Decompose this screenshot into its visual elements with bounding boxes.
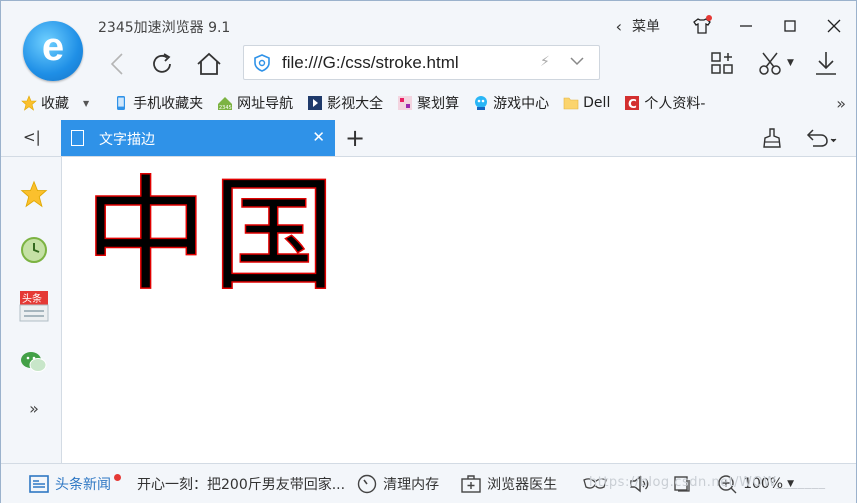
bookmark-favorites[interactable]: 收藏 ▼ — [21, 93, 89, 113]
browser-logo-icon: e — [23, 21, 83, 81]
home-icon — [197, 52, 221, 75]
minimize-icon — [740, 25, 752, 27]
news-square-icon — [29, 474, 49, 493]
news-icon: 头条 — [19, 291, 49, 322]
close-icon — [827, 19, 841, 33]
2345-logo-icon: 2345 — [218, 97, 233, 111]
undo-close-tab-icon[interactable] — [803, 127, 837, 153]
menu-chevron-icon[interactable]: ‹ — [616, 17, 622, 36]
bookmark-games[interactable]: 游戏中心 — [473, 93, 549, 113]
sidebar-item-wechat[interactable] — [19, 347, 49, 377]
back-button[interactable] — [102, 49, 132, 79]
url-input[interactable] — [280, 51, 534, 75]
maximize-icon — [784, 20, 796, 32]
window-icon — [674, 475, 690, 492]
page-content: 中国 — [62, 157, 856, 463]
minimize-button[interactable] — [724, 9, 768, 43]
svg-text:2345: 2345 — [219, 105, 232, 111]
browser-window: e 2345加速浏览器 9.1 ‹ 菜单 ⚡ — [0, 0, 857, 503]
speaker-icon — [630, 475, 649, 492]
download-button[interactable] — [811, 47, 841, 79]
lightning-icon[interactable]: ⚡ — [540, 54, 550, 70]
news-dot — [114, 474, 121, 481]
juhuasuan-icon — [398, 96, 413, 110]
close-tab-icon[interactable]: ✕ — [312, 128, 325, 146]
stroked-text: 中国 — [83, 163, 341, 309]
gauge-icon — [357, 474, 377, 494]
bookmark-profile[interactable]: C 个人资料- — [624, 93, 705, 113]
sidebar-item-favorites[interactable] — [19, 179, 49, 209]
tab-active[interactable]: 文字描边 ✕ — [61, 120, 335, 156]
news-button[interactable]: 头条新闻 — [29, 474, 121, 494]
notification-dot — [706, 15, 712, 21]
sidebar-item-news[interactable]: 头条 — [19, 291, 49, 322]
bookmark-mobile[interactable]: 手机收藏夹 — [113, 93, 203, 113]
collapse-sidebar-icon[interactable]: <| — [23, 128, 41, 146]
bookmark-juhuasuan[interactable]: 聚划算 — [397, 93, 459, 113]
svg-text:C: C — [628, 97, 637, 111]
star-icon — [21, 95, 37, 111]
window-controls: ‹ 菜单 — [616, 9, 856, 43]
tab-label: 文字描边 — [99, 132, 155, 148]
sidebar-item-history[interactable] — [19, 235, 49, 265]
maximize-button[interactable] — [768, 9, 812, 43]
zoom-in-icon — [717, 474, 737, 494]
window-mode-button[interactable] — [673, 475, 691, 493]
c-icon: C — [625, 96, 640, 111]
privacy-mask-button[interactable] — [583, 477, 607, 491]
medical-kit-icon — [461, 474, 481, 493]
close-window-button[interactable] — [812, 9, 856, 43]
document-icon — [71, 130, 84, 146]
shield-icon — [254, 54, 270, 72]
svg-text:头条: 头条 — [22, 292, 42, 305]
broom-icon[interactable] — [761, 127, 783, 153]
sound-button[interactable] — [629, 474, 651, 494]
browser-doctor-button[interactable]: 浏览器医生 — [461, 474, 557, 494]
back-arrow-icon — [110, 53, 123, 75]
bookmarks-bar: 收藏 ▼ 手机收藏夹 2345 网址导航 影视大全 聚划算 游戏中心 Dell … — [1, 89, 856, 117]
home-button[interactable] — [194, 49, 224, 79]
status-bar: 头条新闻 开心一刻：把200斤男友带回家... 清理内存 浏览器医生 100% … — [1, 463, 856, 503]
bookmark-video[interactable]: 影视大全 — [307, 93, 383, 113]
screenshot-button[interactable]: ▼ — [753, 47, 799, 79]
sidebar-more-icon[interactable]: » — [19, 393, 49, 423]
bookmark-dell[interactable]: Dell — [563, 95, 610, 111]
headline-link[interactable]: 开心一刻：把200斤男友带回家... — [137, 474, 345, 494]
clock-icon — [21, 237, 47, 263]
new-tab-button[interactable]: + — [345, 124, 365, 152]
skin-button[interactable] — [680, 9, 724, 43]
refresh-icon — [153, 53, 171, 73]
zoom-dropdown-icon: ▼ — [787, 478, 795, 489]
scissors-icon — [759, 52, 781, 75]
sidebar: 头条 » — [1, 157, 62, 463]
clean-memory-button[interactable]: 清理内存 — [357, 474, 439, 494]
star-icon — [20, 180, 48, 208]
phone-icon — [117, 96, 126, 110]
film-icon — [308, 96, 323, 110]
apps-button[interactable] — [707, 47, 737, 79]
chevron-down-icon[interactable] — [569, 52, 585, 70]
caret-down-icon: ▼ — [83, 98, 90, 108]
refresh-button[interactable] — [147, 49, 177, 79]
apps-grid-icon — [711, 52, 733, 74]
bookmark-nav[interactable]: 2345 网址导航 — [217, 93, 293, 113]
mask-icon — [583, 477, 607, 489]
folder-icon — [563, 97, 579, 110]
tab-bar: <| 文字描边 ✕ + — [1, 120, 856, 157]
wechat-icon — [21, 352, 47, 372]
game-icon — [475, 96, 488, 110]
app-title: 2345加速浏览器 9.1 — [98, 20, 231, 36]
menu-button[interactable]: 菜单 — [632, 16, 660, 36]
caret-down-icon: ▼ — [787, 58, 794, 68]
more-bookmarks-icon[interactable]: » — [836, 94, 846, 113]
download-icon — [816, 52, 836, 75]
zoom-control[interactable]: 100% ▼ — [717, 474, 794, 494]
address-bar[interactable]: ⚡ — [243, 45, 600, 80]
